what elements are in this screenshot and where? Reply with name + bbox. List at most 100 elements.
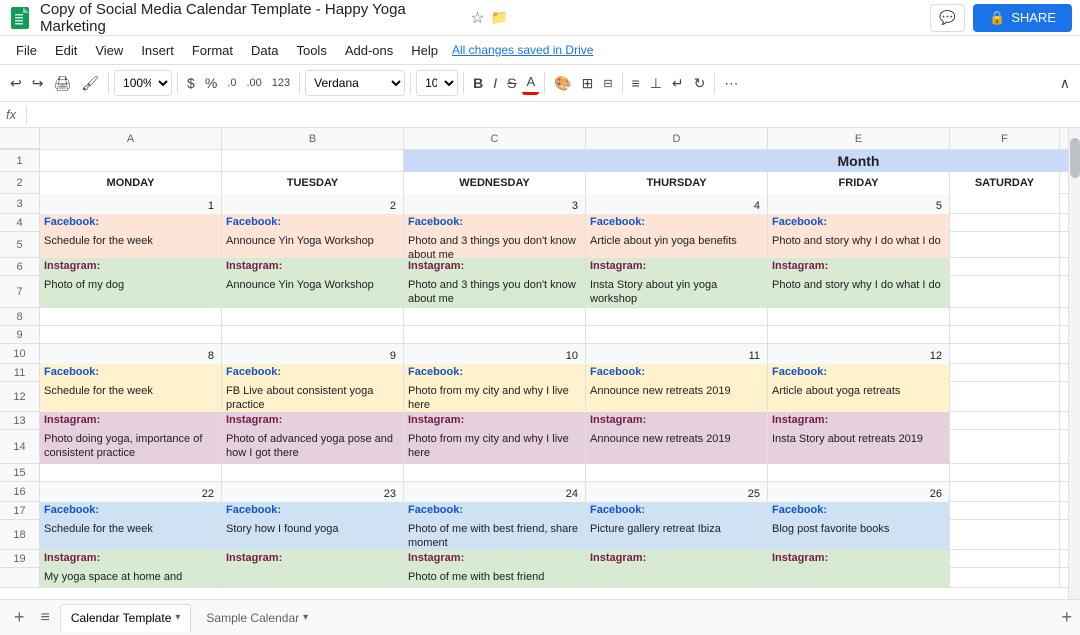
cell-19b[interactable]: Instagram: [222, 550, 404, 568]
font-select[interactable]: Verdana [305, 70, 405, 96]
add-sheet-right-button[interactable]: + [1061, 607, 1072, 628]
star-icon[interactable]: ☆ [470, 8, 484, 28]
col-header-b[interactable]: B [222, 128, 404, 149]
cell-2f-saturday[interactable]: SATURDAY [950, 172, 1060, 194]
cell-20c[interactable]: Photo of me with best friend [404, 568, 586, 588]
cell-6c[interactable]: Instagram: [404, 258, 586, 276]
italic-button[interactable]: I [489, 72, 501, 94]
menu-tools[interactable]: Tools [288, 41, 334, 60]
cell-19f[interactable] [950, 550, 1060, 568]
cell-6b[interactable]: Instagram: [222, 258, 404, 276]
cell-19c[interactable]: Instagram: [404, 550, 586, 568]
cell-2c-wednesday[interactable]: WEDNESDAY [404, 172, 586, 194]
strikethrough-button[interactable]: S [503, 72, 520, 94]
cell-1c-month[interactable]: Month [404, 150, 1080, 172]
cell-12f[interactable] [950, 382, 1060, 412]
col-header-c[interactable]: C [404, 128, 586, 149]
cell-10d[interactable]: 11 [586, 344, 768, 364]
cell-1a[interactable] [40, 150, 222, 172]
cell-3b[interactable]: 2 [222, 194, 404, 214]
tab-sample-calendar[interactable]: Sample Calendar ▾ [195, 604, 319, 632]
col-header-e[interactable]: E [768, 128, 950, 149]
cell-15a[interactable] [40, 464, 222, 482]
cell-12d[interactable]: Announce new retreats 2019 [586, 382, 768, 412]
cell-18f[interactable] [950, 520, 1060, 550]
cell-16e[interactable]: 26 [768, 482, 950, 502]
wrap-button[interactable]: ↵ [668, 72, 688, 95]
cell-18e[interactable]: Blog post favorite books [768, 520, 950, 550]
cell-4f[interactable] [950, 214, 1060, 232]
share-button[interactable]: 🔒 SHARE [973, 4, 1072, 32]
decimal-decrease-button[interactable]: .0 [223, 74, 240, 92]
cell-10e[interactable]: 12 [768, 344, 950, 364]
sheet-list-button[interactable]: ≡ [35, 607, 56, 629]
cell-5e[interactable]: Photo and story why I do what I do [768, 232, 950, 258]
cell-16a[interactable]: 22 [40, 482, 222, 502]
cell-2d-thursday[interactable]: THURSDAY [586, 172, 768, 194]
cell-5b[interactable]: Announce Yin Yoga Workshop [222, 232, 404, 258]
cell-4e[interactable]: Facebook: [768, 214, 950, 232]
decimal-increase-button[interactable]: .00 [242, 74, 265, 92]
cell-17b[interactable]: Facebook: [222, 502, 404, 520]
col-header-a[interactable]: A [40, 128, 222, 149]
merge-button[interactable]: ⊟ [599, 74, 616, 93]
cell-17c[interactable]: Facebook: [404, 502, 586, 520]
add-sheet-button[interactable]: + [8, 605, 31, 630]
fill-color-button[interactable]: 🎨 [550, 72, 575, 95]
cell-9e[interactable] [768, 326, 950, 344]
cell-12e[interactable]: Article about yoga retreats [768, 382, 950, 412]
text-color-button[interactable]: A [522, 71, 539, 95]
cell-16d[interactable]: 25 [586, 482, 768, 502]
cell-9d[interactable] [586, 326, 768, 344]
cell-9c[interactable] [404, 326, 586, 344]
cell-14d[interactable]: Announce new retreats 2019 [586, 430, 768, 464]
cell-10f[interactable] [950, 344, 1060, 364]
menu-format[interactable]: Format [184, 41, 241, 60]
cell-17a[interactable]: Facebook: [40, 502, 222, 520]
cell-8b[interactable] [222, 308, 404, 326]
cell-7a[interactable]: Photo of my dog [40, 276, 222, 308]
cell-13e[interactable]: Instagram: [768, 412, 950, 430]
cell-4c[interactable]: Facebook: [404, 214, 586, 232]
cell-17d[interactable]: Facebook: [586, 502, 768, 520]
cell-11b[interactable]: Facebook: [222, 364, 404, 382]
cell-3e[interactable]: 5 [768, 194, 950, 214]
rotate-button[interactable]: ↻ [690, 72, 710, 95]
cell-6d[interactable]: Instagram: [586, 258, 768, 276]
cell-9f[interactable] [950, 326, 1060, 344]
cell-10a[interactable]: 8 [40, 344, 222, 364]
menu-file[interactable]: File [8, 41, 45, 60]
cell-5f[interactable] [950, 232, 1060, 258]
more-button[interactable]: ⋯ [720, 72, 742, 95]
cell-7d[interactable]: Insta Story about yin yoga workshop [586, 276, 768, 308]
cell-13b[interactable]: Instagram: [222, 412, 404, 430]
cell-7c[interactable]: Photo and 3 things you don't know about … [404, 276, 586, 308]
format-number-button[interactable]: 123 [268, 74, 294, 92]
cell-19e[interactable]: Instagram: [768, 550, 950, 568]
cell-8c[interactable] [404, 308, 586, 326]
chat-button[interactable]: 💬 [930, 4, 965, 32]
cell-17e[interactable]: Facebook: [768, 502, 950, 520]
cell-20a[interactable]: My yoga space at home and [40, 568, 222, 588]
cell-3c[interactable]: 3 [404, 194, 586, 214]
cell-16f[interactable] [950, 482, 1060, 502]
cell-4a[interactable]: Facebook: [40, 214, 222, 232]
borders-button[interactable]: ⊞ [578, 72, 598, 95]
menu-insert[interactable]: Insert [133, 41, 182, 60]
cell-10c[interactable]: 10 [404, 344, 586, 364]
cell-5d[interactable]: Article about yin yoga benefits [586, 232, 768, 258]
align-button[interactable]: ≡ [628, 72, 644, 94]
menu-view[interactable]: View [87, 41, 131, 60]
cell-6f[interactable] [950, 258, 1060, 276]
menu-data[interactable]: Data [243, 41, 286, 60]
percent-button[interactable]: % [201, 72, 221, 94]
cell-8a[interactable] [40, 308, 222, 326]
cell-2b-tuesday[interactable]: TUESDAY [222, 172, 404, 194]
cell-14e[interactable]: Insta Story about retreats 2019 [768, 430, 950, 464]
formula-input[interactable] [35, 107, 1074, 122]
menu-help[interactable]: Help [403, 41, 446, 60]
cell-6e[interactable]: Instagram: [768, 258, 950, 276]
folder-icon[interactable]: 📁 [491, 9, 508, 26]
col-header-d[interactable]: D [586, 128, 768, 149]
cell-7b[interactable]: Announce Yin Yoga Workshop [222, 276, 404, 308]
